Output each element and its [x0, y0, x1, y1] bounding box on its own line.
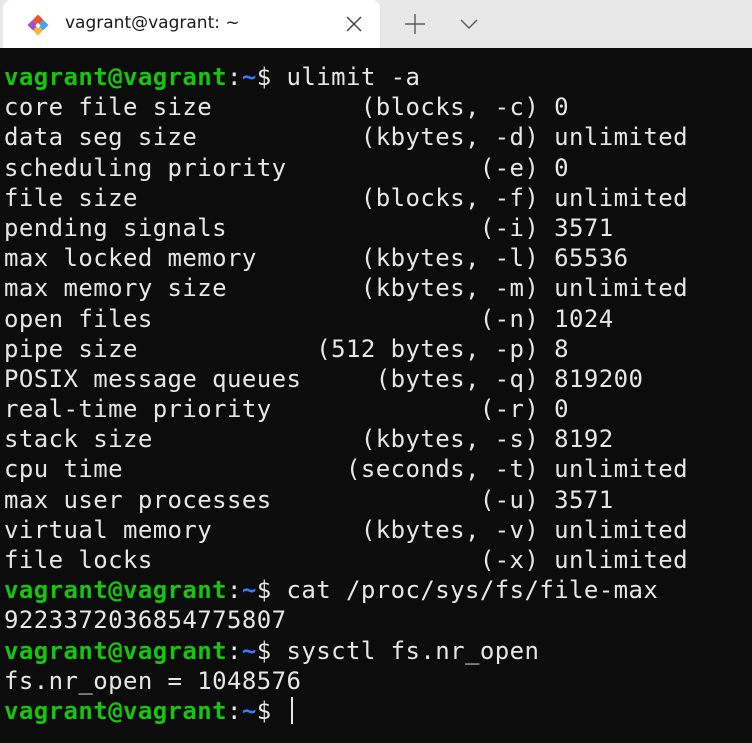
output-line: pending signals (-i) 3571 — [4, 213, 614, 242]
output-line: fs.nr_open = 1048576 — [4, 666, 302, 695]
prompt-colon: : — [227, 63, 242, 91]
terminal-window: vagrant@vagrant: ~ vagrant@vagrant:~$ ul… — [0, 0, 752, 743]
prompt-colon: : — [227, 696, 242, 725]
git-bash-icon — [26, 13, 50, 37]
output-line: max user processes (-u) 3571 — [4, 485, 614, 514]
output-line: virtual memory (kbytes, -v) unlimited — [4, 515, 688, 544]
prompt-line: vagrant@vagrant:~$ cat /proc/sys/fs/file… — [4, 575, 688, 605]
output-line: open files (-n) 1024 — [4, 304, 614, 333]
text-cursor — [290, 696, 293, 724]
prompt-user-host: vagrant@vagrant — [4, 636, 228, 665]
output-line: pipe size (512 bytes, -p) 8 — [4, 334, 570, 363]
output-line: stack size (kbytes, -s) 8192 — [4, 425, 614, 454]
plus-icon[interactable] — [404, 13, 426, 35]
output-line: real-time priority (-r) 0 — [4, 395, 570, 424]
prompt-path: ~ — [241, 63, 257, 91]
output-line: 9223372036854775807 — [4, 606, 287, 635]
prompt-line: vagrant@vagrant:~$ — [4, 696, 688, 726]
terminal-pane[interactable]: vagrant@vagrant:~$ ulimit -a core file s… — [0, 48, 752, 743]
tab-bar: vagrant@vagrant: ~ — [0, 0, 752, 48]
prompt-line: vagrant@vagrant:~$ sysctl fs.nr_open — [4, 636, 688, 666]
command-text: ulimit -a — [286, 63, 421, 91]
prompt-user-host: vagrant@vagrant — [4, 696, 228, 725]
output-line: scheduling priority (-e) 0 — [4, 153, 570, 182]
command-text: sysctl fs.nr_open — [286, 636, 540, 665]
command-text: cat /proc/sys/fs/file-max — [286, 576, 659, 605]
prompt-user-host: vagrant@vagrant — [4, 63, 228, 91]
output-line: cpu time (seconds, -t) unlimited — [4, 455, 688, 484]
output-line: data seg size (kbytes, -d) unlimited — [4, 123, 688, 152]
tab-active[interactable]: vagrant@vagrant: ~ — [3, 0, 380, 48]
prompt-user-host: vagrant@vagrant — [4, 576, 228, 605]
output-line: max locked memory (kbytes, -l) 65536 — [4, 244, 629, 273]
prompt-line: vagrant@vagrant:~$ ulimit -a — [4, 62, 688, 92]
prompt-symbol: $ — [256, 636, 287, 665]
prompt-path: ~ — [241, 696, 257, 725]
output-line: file locks (-x) unlimited — [4, 546, 688, 574]
prompt-path: ~ — [241, 576, 257, 605]
prompt-colon: : — [227, 636, 242, 665]
prompt-symbol: $ — [256, 696, 287, 725]
prompt-colon: : — [227, 576, 242, 605]
prompt-symbol: $ — [256, 576, 287, 605]
close-icon[interactable] — [344, 14, 364, 34]
terminal-output: vagrant@vagrant:~$ ulimit -a core file s… — [4, 62, 688, 726]
chevron-down-icon[interactable] — [459, 16, 479, 32]
tab-title: vagrant@vagrant: ~ — [65, 13, 240, 33]
prompt-path: ~ — [241, 636, 257, 665]
output-line: core file size (blocks, -c) 0 — [4, 93, 570, 122]
prompt-symbol: $ — [256, 63, 287, 91]
output-line: max memory size (kbytes, -m) unlimited — [4, 274, 688, 303]
output-line: file size (blocks, -f) unlimited — [4, 183, 688, 212]
output-line: POSIX message queues (bytes, -q) 819200 — [4, 364, 644, 393]
